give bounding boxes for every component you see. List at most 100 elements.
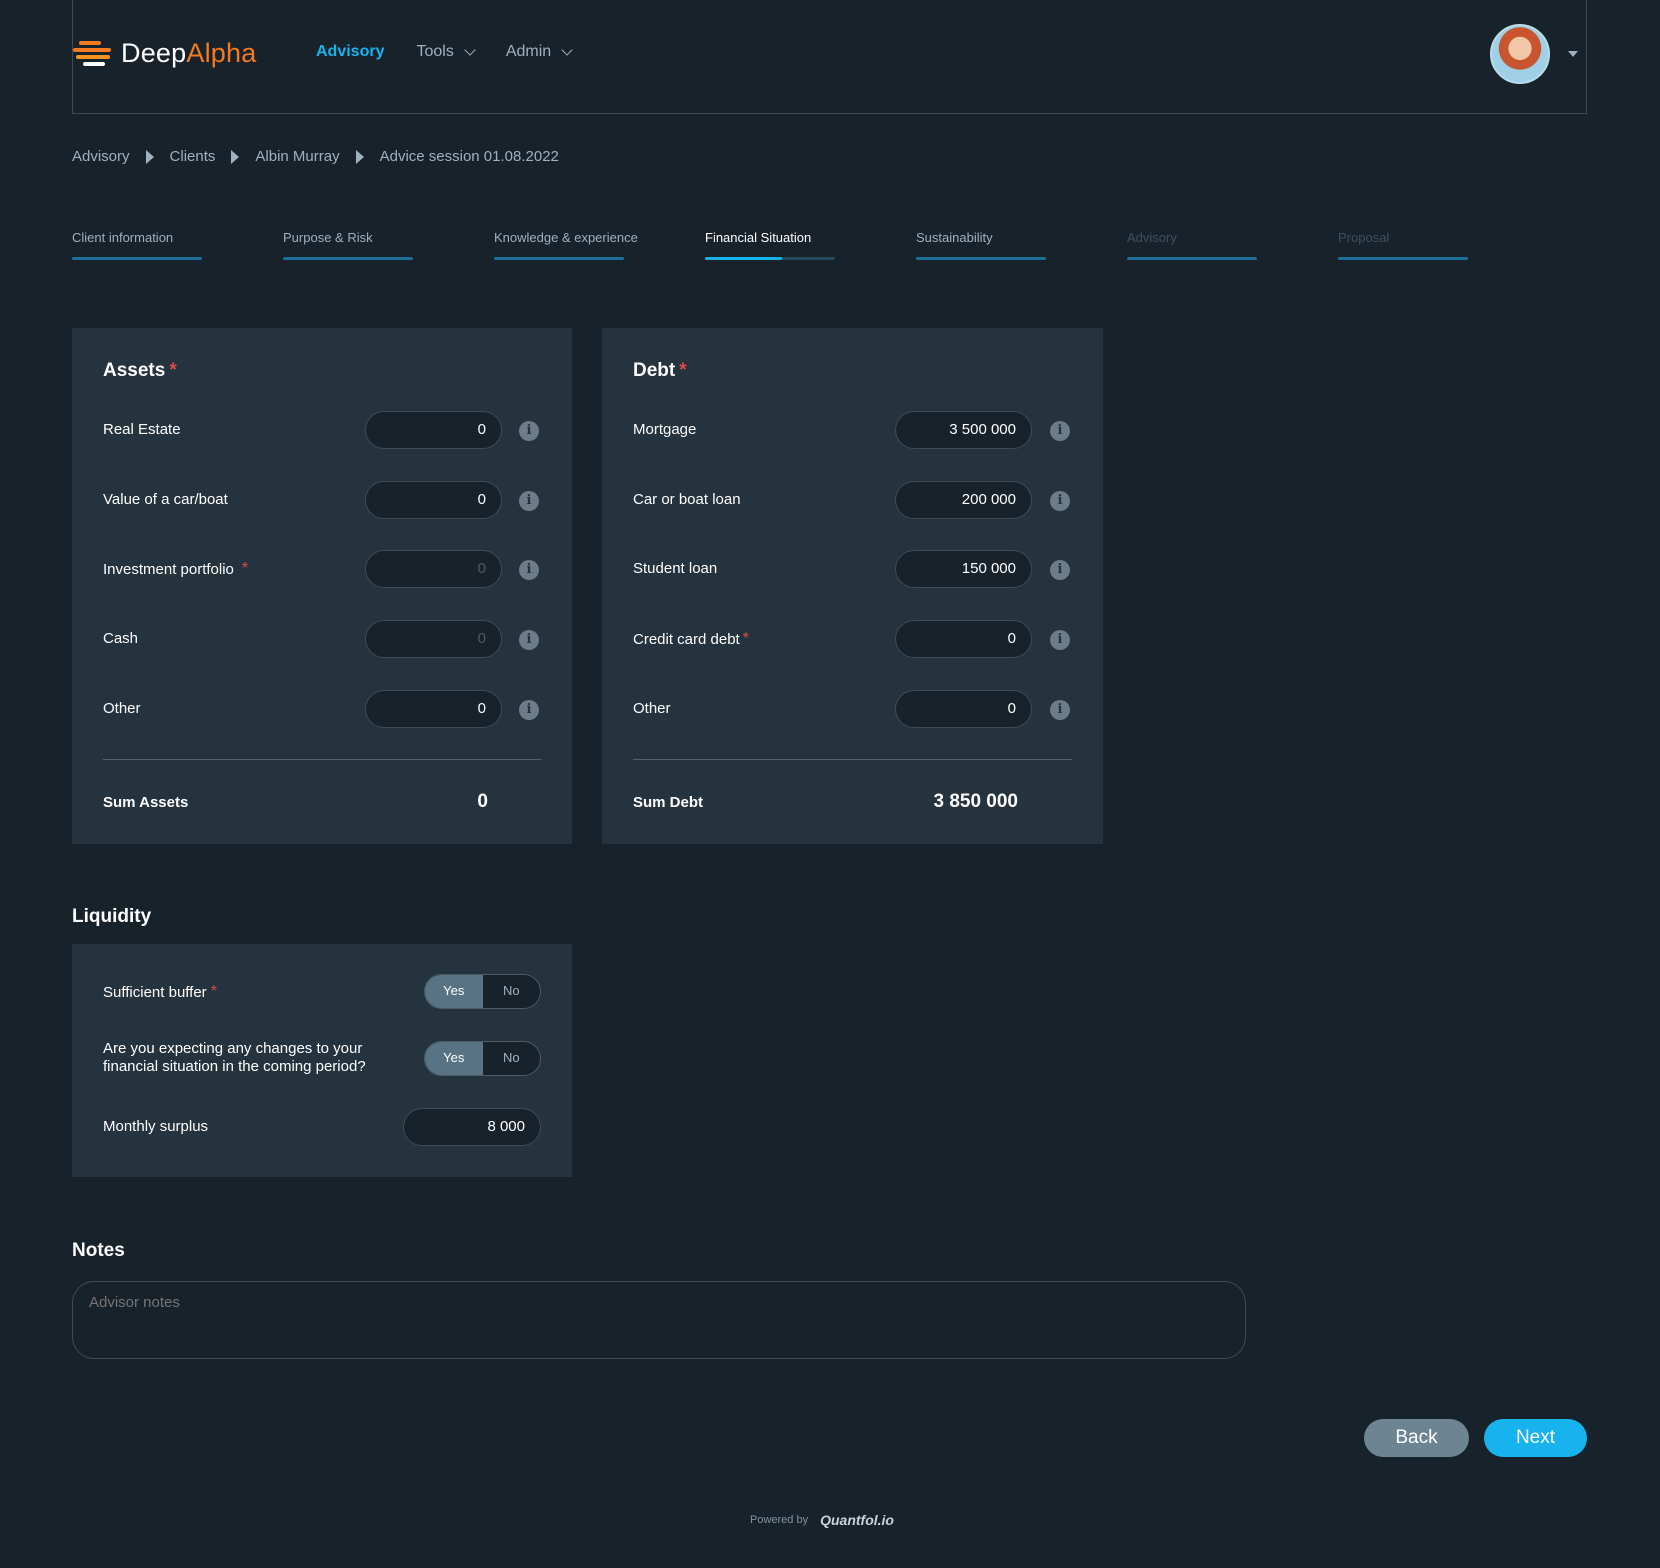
assets-row-car-boat: Value of a car/boat [103,491,228,508]
nav-admin[interactable]: Admin [506,43,573,61]
sum-debt-label: Sum Debt [633,794,704,811]
assets-row-cash: Cash [103,630,139,647]
step-sustainability[interactable]: Sustainability [916,230,1127,260]
notes-title: Notes [72,1240,125,1261]
assets-row-real-estate: Real Estate [103,421,181,438]
powered-by-label: Powered by [750,1514,809,1526]
label-line: financial situation in the coming period… [103,1058,366,1075]
debt-divider [633,759,1072,760]
info-icon[interactable]: i [519,560,539,580]
debt-other-input[interactable]: 0 [895,690,1032,728]
sufficient-buffer-toggle[interactable]: Yes No [424,974,541,1009]
user-menu-caret-icon[interactable] [1568,51,1578,57]
mortgage-input[interactable]: 3 500 000 [895,411,1032,449]
toggle-yes[interactable]: Yes [425,975,483,1008]
step-financial-situation[interactable]: Financial Situation [705,230,916,260]
step-bar [1338,257,1468,260]
cash-input[interactable]: 0 [365,620,502,658]
step-label: Financial Situation [705,230,812,245]
info-icon[interactable]: i [519,630,539,650]
chevron-down-icon [561,44,573,56]
step-label: Advisory [1127,230,1177,245]
assets-title: Assets * [103,360,177,381]
info-icon[interactable]: i [519,421,539,441]
nav-advisory[interactable]: Advisory [316,43,384,61]
step-knowledge-experience[interactable]: Knowledge & experience [494,230,705,260]
assets-panel: Assets * Real Estate 0 i Value of a car/b… [72,328,572,844]
assets-row-other: Other [103,700,141,717]
breadcrumb: Advisory Clients Albin Murray Advice ses… [72,148,559,165]
toggle-yes[interactable]: Yes [425,1042,483,1075]
toggle-no[interactable]: No [482,1042,540,1075]
investment-portfolio-input[interactable]: 0 [365,550,502,588]
liquidity-panel: Sufficient buffer * Yes No Are you expect… [72,944,572,1177]
info-icon[interactable]: i [519,491,539,511]
assets-divider [103,759,541,760]
main-nav: Advisory Tools Admin [316,43,573,61]
toggle-no[interactable]: No [482,975,540,1008]
student-loan-input[interactable]: 150 000 [895,550,1032,588]
sum-assets-value: 0 [477,791,488,812]
info-icon[interactable]: i [1050,630,1070,650]
label-line: Are you expecting any changes to your [103,1040,363,1057]
deepalpha-logo[interactable]: DeepAlpha [73,37,256,69]
debt-title: Debt * [633,360,687,381]
step-client-information[interactable]: Client information [72,230,283,260]
step-advisory: Advisory [1127,230,1338,260]
back-button[interactable]: Back [1364,1419,1469,1457]
car-boat-value-input[interactable]: 0 [365,481,502,519]
sum-debt-value: 3 850 000 [933,791,1018,812]
step-label: Knowledge & experience [494,230,638,245]
breadcrumb-separator-icon [355,149,364,164]
step-label: Purpose & Risk [283,230,373,245]
step-bar [494,257,624,260]
footer: Powered by Quantfol.io [750,1512,894,1528]
breadcrumb-advisory[interactable]: Advisory [72,148,130,165]
expecting-changes-toggle[interactable]: Yes No [424,1041,541,1076]
debt-panel: Debt * Mortgage 3 500 000 i Car or boat l… [602,328,1103,844]
monthly-surplus-input[interactable]: 8 000 [403,1108,541,1146]
assets-row-investment-portfolio: Investment portfolio * [103,560,249,578]
step-label: Client information [72,230,174,245]
debt-row-mortgage: Mortgage [633,421,697,438]
info-icon[interactable]: i [519,700,539,720]
step-bar [705,257,835,260]
breadcrumb-clients[interactable]: Clients [170,148,216,165]
expecting-changes-label: Are you expecting any changes to your fi… [103,1040,366,1076]
car-boat-loan-input[interactable]: 200 000 [895,481,1032,519]
step-bar [283,257,413,260]
debt-row-other: Other [633,700,671,717]
info-icon[interactable]: i [1050,560,1070,580]
nav-tools[interactable]: Tools [416,43,476,61]
sufficient-buffer-row: Sufficient buffer * [103,983,217,1001]
chevron-down-icon [464,44,476,56]
next-button[interactable]: Next [1484,1419,1587,1457]
liquidity-title: Liquidity [72,906,152,927]
quantfolio-logo[interactable]: Quantfol.io [820,1512,894,1528]
step-label: Proposal [1338,230,1390,245]
step-purpose-risk[interactable]: Purpose & Risk [283,230,494,260]
breadcrumb-separator-icon [231,149,240,164]
progress-steps: Client information Purpose & Risk Knowle… [72,230,1549,260]
info-icon[interactable]: i [1050,421,1070,441]
credit-card-debt-input[interactable]: 0 [895,620,1032,658]
assets-other-input[interactable]: 0 [365,690,502,728]
step-bar [1127,257,1257,260]
sum-assets-label: Sum Assets [103,794,189,811]
advisor-notes-textarea[interactable] [72,1281,1246,1359]
top-header: DeepAlpha Advisory Tools Admin [72,0,1587,114]
logo-icon [73,37,111,69]
breadcrumb-separator-icon [145,149,154,164]
step-label: Sustainability [916,230,993,245]
real-estate-input[interactable]: 0 [365,411,502,449]
debt-row-credit-card: Credit card debt * [633,630,749,648]
info-icon[interactable]: i [1050,700,1070,720]
info-icon[interactable]: i [1050,491,1070,511]
debt-row-car-boat-loan: Car or boat loan [633,491,741,508]
step-bar [72,257,202,260]
user-avatar[interactable] [1490,24,1550,84]
breadcrumb-session: Advice session 01.08.2022 [379,148,559,165]
monthly-surplus-row: Monthly surplus [103,1118,209,1135]
step-proposal: Proposal [1338,230,1549,260]
breadcrumb-client[interactable]: Albin Murray [255,148,339,165]
